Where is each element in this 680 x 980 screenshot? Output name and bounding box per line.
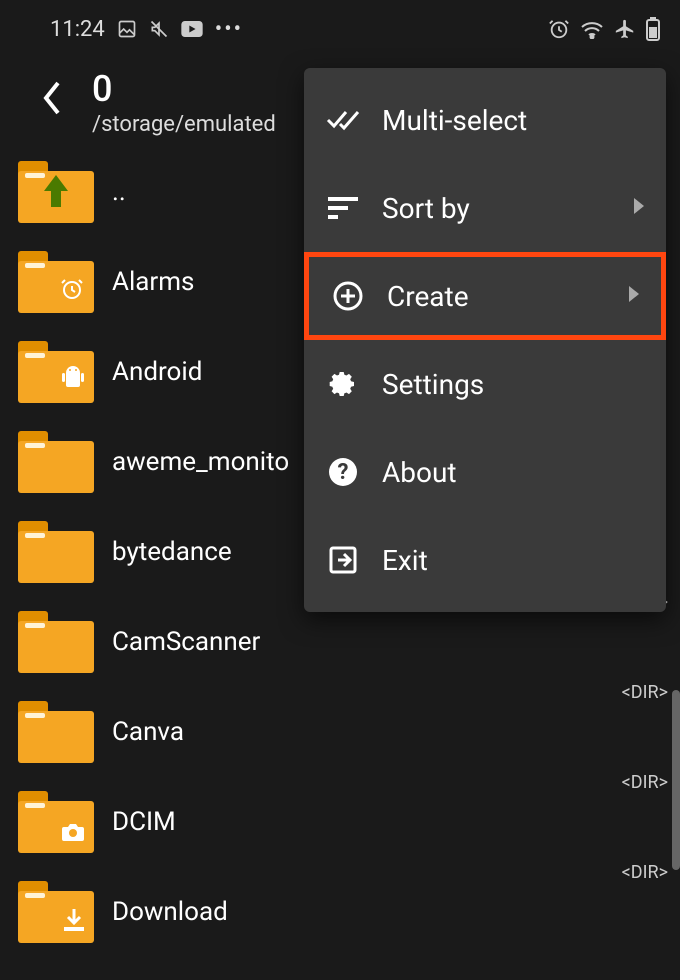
android-icon (62, 365, 84, 395)
folder-icon (18, 251, 94, 313)
folder-icon (18, 701, 94, 763)
clock-icon (60, 277, 84, 305)
file-label: bytedance (112, 537, 232, 567)
menu-label: Sort by (382, 192, 470, 225)
plus-circle-icon (331, 279, 365, 313)
menu-item-exit[interactable]: Exit (304, 516, 666, 604)
chevron-right-icon (629, 286, 639, 306)
folder-icon (18, 161, 94, 223)
menu-item-create[interactable]: Create (304, 252, 666, 340)
menu-label: Settings (382, 368, 484, 401)
menu-label: Create (387, 280, 469, 313)
menu-label: About (382, 456, 457, 489)
sort-icon (326, 191, 360, 225)
file-label: .. (112, 177, 126, 207)
file-label: CamScanner (112, 627, 260, 657)
file-label: Canva (112, 717, 184, 747)
menu-label: Exit (382, 544, 428, 577)
battery-icon (646, 17, 660, 41)
svg-text:?: ? (338, 460, 349, 485)
file-label: Android (112, 357, 202, 387)
status-bar: 11:24 ••• (0, 0, 680, 58)
current-path: /storage/emulated (92, 112, 276, 137)
check-all-icon (326, 103, 360, 137)
menu-item-multi-select[interactable]: Multi-select (304, 76, 666, 164)
status-time: 11:24 (50, 17, 105, 42)
up-arrow-icon (42, 173, 70, 209)
camera-icon (62, 823, 84, 845)
folder-row-download[interactable]: Download (18, 867, 680, 957)
folder-row-canva[interactable]: Canva <DIR> (18, 687, 680, 777)
menu-item-sort-by[interactable]: Sort by (304, 164, 666, 252)
file-label: Alarms (112, 267, 194, 297)
menu-item-settings[interactable]: Settings (304, 340, 666, 428)
folder-icon (18, 611, 94, 673)
wifi-icon (580, 19, 604, 39)
gear-icon (326, 367, 360, 401)
back-button[interactable] (40, 79, 62, 127)
file-label: Download (112, 897, 228, 927)
airplane-icon (614, 18, 636, 40)
more-icon: ••• (215, 17, 243, 42)
image-icon (117, 19, 137, 39)
chevron-right-icon (634, 198, 644, 218)
menu-item-about[interactable]: ? About (304, 428, 666, 516)
alarm-icon (548, 18, 570, 40)
folder-icon (18, 791, 94, 853)
context-menu: Multi-select Sort by Create Settings ? A… (304, 68, 666, 612)
youtube-icon (181, 21, 203, 37)
download-icon (64, 909, 84, 935)
file-label: aweme_monito (112, 447, 289, 477)
folder-row-dcim[interactable]: DCIM <DIR> (18, 777, 680, 867)
folder-icon (18, 521, 94, 583)
menu-label: Multi-select (382, 104, 527, 137)
folder-icon (18, 881, 94, 943)
exit-icon (326, 543, 360, 577)
folder-icon (18, 431, 94, 493)
file-label: DCIM (112, 807, 176, 837)
folder-icon (18, 341, 94, 403)
help-icon: ? (326, 455, 360, 489)
mute-icon (149, 19, 169, 39)
scrollbar[interactable] (672, 690, 680, 870)
page-title: 0 (92, 68, 276, 110)
